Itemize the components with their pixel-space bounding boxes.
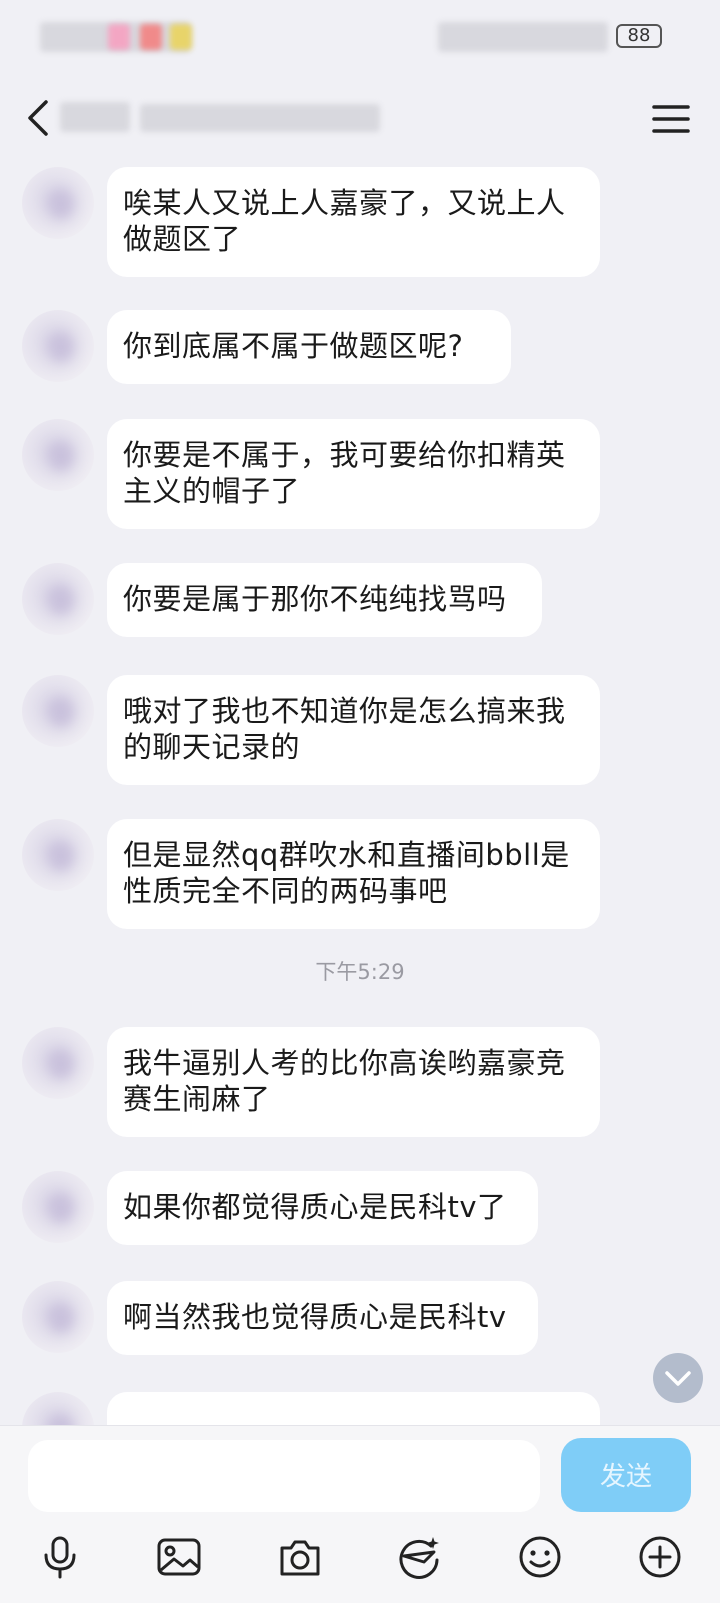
message-bubble[interactable]: 如果你都觉得质心是民科tv了 (107, 1171, 538, 1245)
status-notification-icon (140, 24, 162, 50)
microphone-icon (44, 1536, 76, 1579)
avatar[interactable] (22, 563, 94, 635)
scroll-to-bottom-button[interactable] (653, 1353, 703, 1403)
status-notification-icon (170, 24, 192, 50)
message-bubble[interactable]: 哦对了我也不知道你是怎么搞来我的聊天记录的 (107, 675, 600, 785)
menu-icon (652, 105, 690, 133)
sticker-icon (399, 1537, 439, 1579)
chat-title-obscured (60, 98, 380, 138)
avatar[interactable] (22, 167, 94, 239)
message-bubble[interactable]: 你到底属不属于做题区呢? (107, 310, 511, 384)
time-separator: 下午5:29 (315, 960, 405, 984)
avatar[interactable] (22, 1171, 94, 1243)
avatar[interactable] (22, 419, 94, 491)
status-right-obscured (438, 22, 608, 52)
input-area: 发送 (0, 1425, 720, 1603)
message-bubble[interactable]: 但是显然qq群吹水和直播间bbll是性质完全不同的两码事吧 (107, 819, 600, 929)
send-button[interactable]: 发送 (561, 1438, 691, 1512)
avatar[interactable] (22, 310, 94, 382)
status-notification-icon (108, 24, 130, 50)
message-list[interactable]: 唉某人又说上人嘉豪了，又说上人做题区了 你到底属不属于做题区呢? 你要是不属于，… (0, 160, 720, 1425)
avatar[interactable] (22, 1392, 94, 1425)
emoji-button[interactable] (517, 1534, 563, 1580)
camera-button[interactable] (277, 1534, 323, 1580)
voice-button[interactable] (37, 1534, 83, 1580)
plus-icon (639, 1536, 681, 1578)
more-button[interactable] (637, 1534, 683, 1580)
message-bubble[interactable]: 我牛逼别人考的比你高诶哟嘉豪竞赛生闹麻了 (107, 1027, 600, 1137)
image-icon (157, 1538, 201, 1576)
avatar[interactable] (22, 1027, 94, 1099)
back-icon (28, 100, 48, 136)
message-bubble-partial[interactable] (107, 1392, 600, 1425)
status-bar: 88 (0, 0, 720, 80)
message-bubble[interactable]: 啊当然我也觉得质心是民科tv (107, 1281, 538, 1355)
sticker-button[interactable] (396, 1534, 442, 1580)
avatar[interactable] (22, 675, 94, 747)
gallery-button[interactable] (156, 1534, 202, 1580)
message-bubble[interactable]: 唉某人又说上人嘉豪了，又说上人做题区了 (107, 167, 600, 277)
chat-header (0, 80, 720, 160)
message-bubble[interactable]: 你要是属于那你不纯纯找骂吗 (107, 563, 542, 637)
message-input[interactable] (28, 1440, 540, 1512)
avatar[interactable] (22, 819, 94, 891)
chevron-down-icon (665, 1371, 691, 1386)
camera-icon (280, 1540, 320, 1576)
emoji-icon (519, 1536, 561, 1578)
back-button[interactable] (20, 96, 64, 140)
avatar[interactable] (22, 1281, 94, 1353)
battery-indicator: 88 (616, 24, 662, 48)
menu-button[interactable] (648, 96, 694, 142)
message-bubble[interactable]: 你要是不属于，我可要给你扣精英主义的帽子了 (107, 419, 600, 529)
